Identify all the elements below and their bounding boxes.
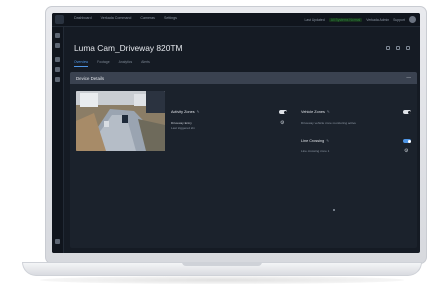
line-crossing-label: Line Crossing ✎ xyxy=(301,139,329,143)
laptop-screen: Dashboard Verkada Command Cameras Settin… xyxy=(52,13,420,253)
last-updated-text: Last Updated xyxy=(304,17,325,22)
edit-activity-zones-icon[interactable]: ✎ xyxy=(197,110,200,114)
help-icon[interactable] xyxy=(55,239,60,244)
nav-link-cameras[interactable]: Cameras xyxy=(140,16,155,20)
nav-link-dashboard[interactable]: Dashboard xyxy=(74,16,92,20)
vehicle-zones-label: Vehicle Zones ✎ xyxy=(301,110,330,114)
tab-alerts[interactable]: Alerts xyxy=(141,60,150,67)
tab-bar: Overview Footage Analytics Alerts xyxy=(74,60,150,67)
status-badge: All Systems Normal xyxy=(328,17,363,22)
activity-zones-label: Activity Zones ✎ xyxy=(171,110,199,114)
activity-zones-toggle[interactable] xyxy=(279,110,287,114)
gear-icon[interactable]: ⚙ xyxy=(404,148,408,154)
share-icon[interactable] xyxy=(386,46,390,50)
line-crossing-toggle[interactable] xyxy=(403,139,411,143)
support-link[interactable]: Support xyxy=(393,18,405,22)
top-nav-bar: Dashboard Verkada Command Cameras Settin… xyxy=(52,13,420,27)
line-crossing-text: Line Crossing xyxy=(301,139,325,143)
laptop-shadow xyxy=(40,276,404,284)
vehicle-zones-text: Vehicle Zones xyxy=(301,110,325,114)
vehicle-zones-detail: Driveway vehicle zone monitoring active xyxy=(301,121,357,125)
tab-footage[interactable]: Footage xyxy=(97,60,109,67)
nav-link-settings[interactable]: Settings xyxy=(164,16,177,20)
bell-icon[interactable] xyxy=(55,77,60,82)
activity-zone-detail: Last triggered 2m xyxy=(171,126,196,130)
settings-icon[interactable] xyxy=(396,46,400,50)
avatar[interactable] xyxy=(409,16,416,23)
edit-vehicle-zones-icon[interactable]: ✎ xyxy=(327,110,330,114)
device-details-panel: Device Details — Activity Zones ✎ Drivew… xyxy=(70,72,417,248)
page-title: Luma Cam_Driveway 820TM xyxy=(74,43,183,53)
panel-title: Device Details xyxy=(76,76,105,81)
activity-zone-name: Driveway Entry xyxy=(171,121,192,125)
chevron-up-icon[interactable]: — xyxy=(406,75,411,80)
laptop-notch xyxy=(182,262,262,266)
vehicle-zones-toggle[interactable] xyxy=(403,110,411,114)
camera-icon[interactable] xyxy=(55,43,60,48)
edit-line-crossing-icon[interactable]: ✎ xyxy=(326,139,329,143)
more-icon[interactable] xyxy=(406,46,410,50)
app-logo-icon[interactable] xyxy=(55,15,64,24)
home-icon[interactable] xyxy=(55,33,60,38)
tab-overview[interactable]: Overview xyxy=(74,60,89,67)
grid-icon[interactable] xyxy=(55,57,60,62)
panel-header[interactable]: Device Details — xyxy=(70,72,417,84)
activity-zones-text: Activity Zones xyxy=(171,110,195,114)
header-actions xyxy=(386,46,410,50)
gear-icon[interactable]: ⚙ xyxy=(280,120,284,126)
camera-thumbnail[interactable] xyxy=(76,91,165,151)
account-menu[interactable]: Verkada Admin xyxy=(366,18,389,22)
line-crossing-detail: Line crossing zone 1 xyxy=(301,149,330,153)
nav-link-command[interactable]: Verkada Command xyxy=(101,16,132,20)
top-right-area: Last Updated All Systems Normal Verkada … xyxy=(305,16,416,23)
laptop-frame: Dashboard Verkada Command Cameras Settin… xyxy=(0,0,444,292)
camera-snapshot-image xyxy=(76,91,165,151)
top-nav-links: Dashboard Verkada Command Cameras Settin… xyxy=(74,16,177,20)
side-rail xyxy=(52,27,64,253)
video-icon[interactable] xyxy=(55,67,60,72)
tab-analytics[interactable]: Analytics xyxy=(119,60,133,67)
loading-dot xyxy=(333,209,335,211)
